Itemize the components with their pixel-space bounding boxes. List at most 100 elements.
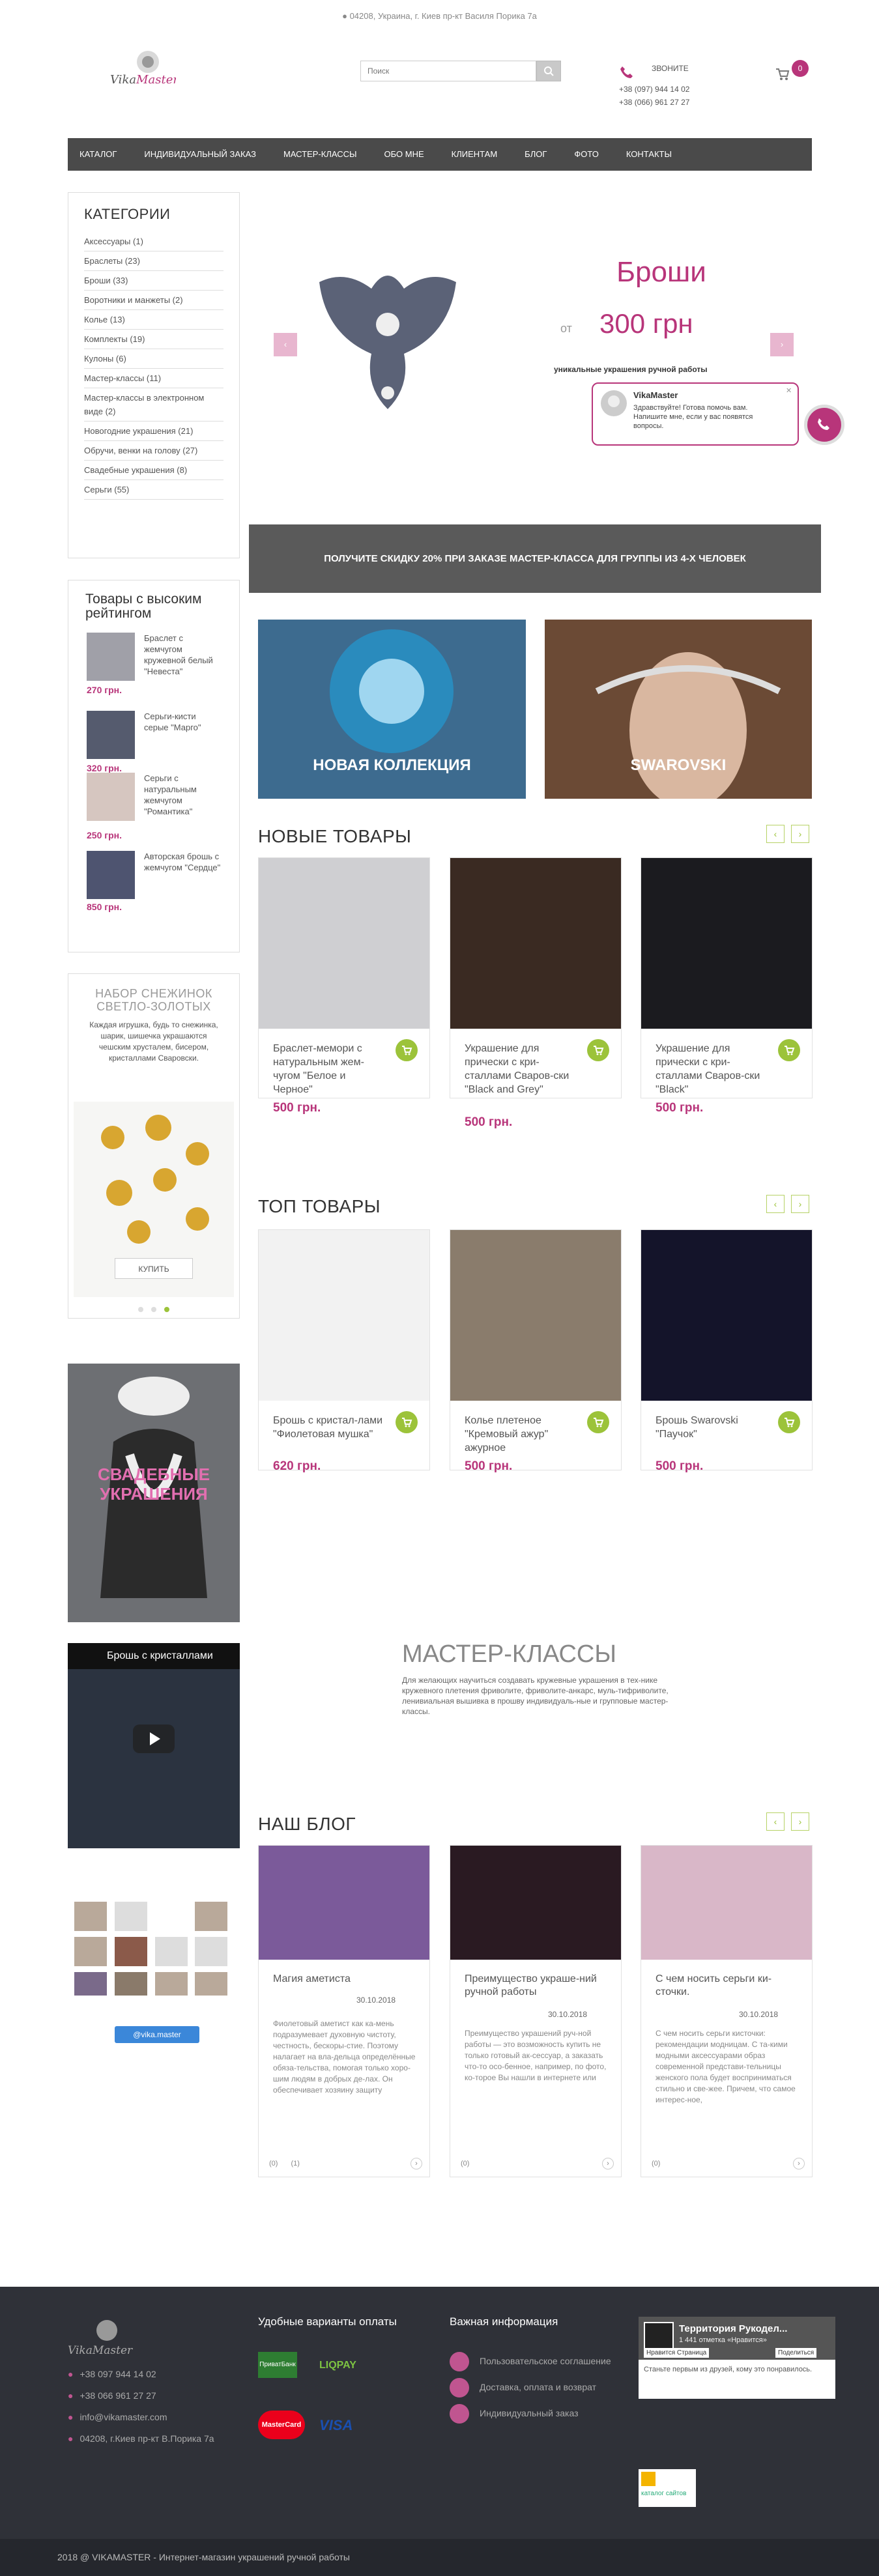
rated-item[interactable]: Браслет с жемчугом кружевной белый "Неве… xyxy=(87,633,223,698)
add-to-cart-button[interactable] xyxy=(396,1039,418,1061)
category-item[interactable]: Воротники и манжеты (2) xyxy=(84,291,223,310)
nav-item-master-classes[interactable]: МАСТЕР-КЛАССЫ xyxy=(283,138,357,171)
product-image[interactable] xyxy=(450,858,621,1029)
category-item[interactable]: Браслеты (23) xyxy=(84,251,223,271)
blog-post-title[interactable]: Преимущество украше-ний ручной работы xyxy=(465,1973,608,1999)
chat-launcher-button[interactable] xyxy=(804,405,844,445)
product-card[interactable]: Брошь Swarovski "Паучок" 500 грн. xyxy=(641,1229,813,1473)
rated-item-name[interactable]: Серьги с натуральным жемчугом "Романтика… xyxy=(144,773,222,817)
nav-item-catalog[interactable]: КАТАЛОГ xyxy=(79,138,117,171)
chat-popup[interactable]: VikaMaster Здравствуйте! Готова помочь в… xyxy=(592,382,799,446)
search-button[interactable] xyxy=(536,61,561,81)
video-player[interactable]: Брошь с кристаллами xyxy=(68,1643,240,1848)
footer-contact[interactable]: ● +38 097 944 14 02 xyxy=(68,2364,214,2385)
new-collection-banner[interactable]: НОВАЯ КОЛЛЕКЦИЯ xyxy=(258,620,526,799)
snow-buy-button[interactable]: КУПИТЬ xyxy=(115,1258,193,1279)
chat-close-icon[interactable]: ✕ xyxy=(786,386,792,395)
footer-info-link[interactable]: Индивидуальный заказ xyxy=(450,2400,611,2426)
add-to-cart-button[interactable] xyxy=(778,1039,800,1061)
product-name[interactable]: Украшение для прически с кри-сталлами Св… xyxy=(465,1042,575,1096)
read-more-arrow-icon[interactable]: › xyxy=(793,2158,805,2169)
product-image[interactable] xyxy=(641,858,812,1029)
category-item[interactable]: Колье (13) xyxy=(84,310,223,330)
cart-button[interactable]: 0 xyxy=(775,60,814,86)
nav-item-clients[interactable]: КЛИЕНТАМ xyxy=(452,138,498,171)
rated-item-name[interactable]: Серьги-кисти серые "Марго" xyxy=(144,711,222,733)
category-item[interactable]: Обручи, венки на голову (27) xyxy=(84,441,223,461)
blog-post-title[interactable]: С чем носить серьги ки-сточки. xyxy=(656,1973,799,1999)
category-item[interactable]: Аксессуары (1) xyxy=(84,232,223,251)
blog-prev-button[interactable]: ‹ xyxy=(766,1812,785,1831)
search-input[interactable] xyxy=(360,61,536,81)
nav-item-photo[interactable]: ФОТО xyxy=(574,138,598,171)
category-item[interactable]: Новогодние украшения (21) xyxy=(84,422,223,441)
category-item[interactable]: Кулоны (6) xyxy=(84,349,223,369)
footer-info-link[interactable]: Пользовательское соглашение xyxy=(450,2348,611,2374)
blog-card[interactable]: С чем носить серьги ки-сточки. 30.10.2018… xyxy=(641,1845,813,2177)
read-more-arrow-icon[interactable]: › xyxy=(411,2158,422,2169)
product-name[interactable]: Колье плетеное "Кремовый ажур" ажурное xyxy=(465,1414,575,1455)
category-item[interactable]: Серьги (55) xyxy=(84,480,223,500)
site-logo[interactable]: VikaMaster xyxy=(108,46,179,93)
instagram-button[interactable]: @vika.master xyxy=(115,2026,199,2043)
product-card[interactable]: Браслет-мемори с натуральным жем-чугом "… xyxy=(258,857,430,1115)
wedding-banner[interactable]: СВАДЕБНЫЕ УКРАШЕНИЯ xyxy=(68,1364,240,1622)
blog-next-button[interactable]: › xyxy=(791,1812,809,1831)
category-item[interactable]: Комплекты (19) xyxy=(84,330,223,349)
facebook-widget[interactable]: Территория Рукодел... 1 441 отметка «Нра… xyxy=(639,2317,835,2399)
category-item[interactable]: Броши (33) xyxy=(84,271,223,291)
rated-item-name[interactable]: Браслет с жемчугом кружевной белый "Неве… xyxy=(144,633,222,677)
blog-post-title[interactable]: Магия аметиста xyxy=(273,1973,416,1986)
phone-number-2[interactable]: +38 (066) 961 27 27 xyxy=(619,98,689,107)
fb-share-button[interactable]: Поделиться xyxy=(775,2348,817,2358)
read-more-arrow-icon[interactable]: › xyxy=(602,2158,614,2169)
footer-contact[interactable]: ● info@vikamaster.com xyxy=(68,2407,214,2428)
product-image[interactable] xyxy=(259,858,429,1029)
product-image[interactable] xyxy=(259,1230,429,1401)
snowflake-image[interactable]: КУПИТЬ xyxy=(74,1102,234,1297)
product-image[interactable] xyxy=(450,1230,621,1401)
product-image[interactable] xyxy=(641,1230,812,1401)
blog-image[interactable] xyxy=(259,1846,429,1960)
top-prev-button[interactable]: ‹ xyxy=(766,1195,785,1213)
new-next-button[interactable]: › xyxy=(791,825,809,843)
slider-next-button[interactable]: › xyxy=(770,333,794,356)
product-name[interactable]: Брошь Swarovski "Паучок" xyxy=(656,1414,766,1441)
swarovski-banner[interactable]: SWAROVSKI xyxy=(545,620,812,809)
blog-image[interactable] xyxy=(450,1846,621,1960)
top-next-button[interactable]: › xyxy=(791,1195,809,1213)
rated-item[interactable]: Серьги-кисти серые "Марго" 320 грн. xyxy=(87,711,223,776)
instagram-grid[interactable] xyxy=(68,1898,240,2001)
category-item[interactable]: Мастер-классы в электронном виде (2) xyxy=(84,388,223,422)
footer-contact[interactable]: ● 04208, г.Киев пр-кт В.Порика 7а xyxy=(68,2428,214,2450)
add-to-cart-button[interactable] xyxy=(587,1411,609,1433)
rated-item-name[interactable]: Авторская брошь с жемчугом "Сердце" xyxy=(144,851,222,873)
footer-contact[interactable]: ● +38 066 961 27 27 xyxy=(68,2385,214,2407)
footer-info-link[interactable]: Доставка, оплата и возврат xyxy=(450,2374,611,2400)
fb-like-button[interactable]: Нравится Страница xyxy=(644,2348,710,2358)
product-name[interactable]: Браслет-мемори с натуральным жем-чугом "… xyxy=(273,1042,384,1096)
blog-image[interactable] xyxy=(641,1846,812,1960)
product-card[interactable]: Украшение для прически с кри-сталлами Св… xyxy=(641,857,813,1115)
rated-item[interactable]: Серьги с натуральным жемчугом "Романтика… xyxy=(87,773,223,840)
nav-item-contacts[interactable]: КОНТАКТЫ xyxy=(626,138,672,171)
new-prev-button[interactable]: ‹ xyxy=(766,825,785,843)
promo-banner[interactable]: ПОЛУЧИТЕ скидку 20% при заказе мастер-кл… xyxy=(249,524,821,593)
nav-item-individual-order[interactable]: ИНДИВИДУАЛЬНЫЙ ЗАКАЗ xyxy=(144,138,256,171)
catalog-badge[interactable]: каталог сайтов xyxy=(639,2469,696,2507)
add-to-cart-button[interactable] xyxy=(587,1039,609,1061)
product-card[interactable]: Брошь с кристал-лами "Фиолетовая мушка" 6… xyxy=(258,1229,430,1473)
category-item[interactable]: Свадебные украшения (8) xyxy=(84,461,223,480)
product-card[interactable]: Украшение для прически с кри-сталлами Св… xyxy=(450,857,622,1129)
rated-item[interactable]: Авторская брошь с жемчугом "Сердце" 850 г… xyxy=(87,851,223,916)
blog-card[interactable]: Преимущество украше-ний ручной работы 30.… xyxy=(450,1845,622,2177)
slider-prev-button[interactable]: ‹ xyxy=(274,333,297,356)
nav-item-blog[interactable]: БЛОГ xyxy=(525,138,547,171)
product-card[interactable]: Колье плетеное "Кремовый ажур" ажурное 50… xyxy=(450,1229,622,1473)
category-item[interactable]: Мастер-классы (11) xyxy=(84,369,223,388)
phone-number-1[interactable]: +38 (097) 944 14 02 xyxy=(619,85,689,94)
product-name[interactable]: Брошь с кристал-лами "Фиолетовая мушка" xyxy=(273,1414,384,1441)
add-to-cart-button[interactable] xyxy=(778,1411,800,1433)
footer-logo[interactable]: VikaMaster xyxy=(65,2316,137,2362)
product-name[interactable]: Украшение для прически с кри-сталлами Св… xyxy=(656,1042,766,1096)
